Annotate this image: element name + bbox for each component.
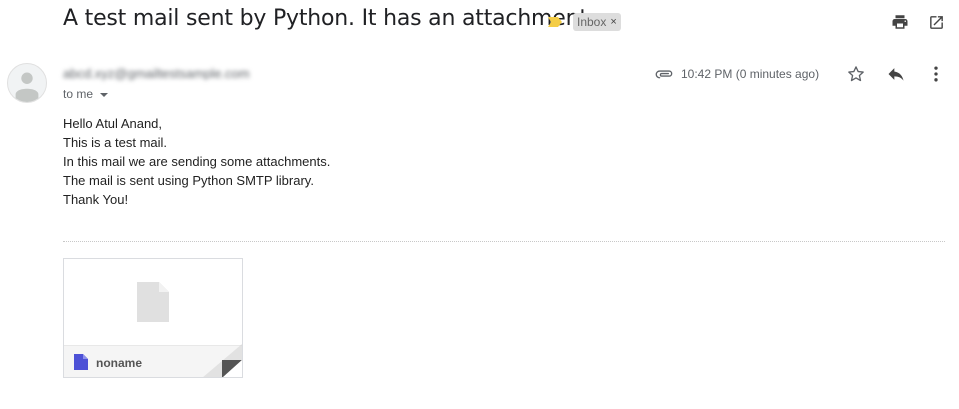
reply-button[interactable] [884,62,908,86]
remove-label-icon[interactable]: × [610,13,616,31]
generic-file-icon [137,282,169,322]
email-timestamp: 10:42 PM (0 minutes ago) [681,67,820,81]
recipient-text: to me [63,87,94,101]
paperclip-icon [655,70,673,79]
attachment-card[interactable]: noname [63,258,243,378]
body-line: Thank You! [63,192,129,207]
body-line: In this mail we are sending some attachm… [63,154,331,169]
body-line: Hello Atul Anand, [63,116,163,131]
chevron-down-icon [100,92,109,97]
body-line: The mail is sent using Python SMTP libra… [63,173,314,188]
attachment-name: noname [96,356,143,370]
sender-avatar[interactable] [7,63,47,103]
print-button[interactable] [888,10,912,34]
document-icon [74,354,88,370]
print-icon [892,15,908,29]
email-subject: A test mail sent by Python. It has an at… [63,6,595,31]
label-chip-inbox: Inbox × [573,13,621,31]
more-vert-icon [934,66,938,82]
reply-icon [888,68,904,81]
star-button[interactable] [844,62,868,86]
sender-address[interactable]: abcd.xyz@gmailtestsample.com [63,66,275,80]
page-curl-corner [203,344,242,377]
label-chip-text: Inbox [577,15,607,29]
person-icon [15,72,39,102]
attachments-divider [63,241,945,242]
attachment-preview [64,259,242,345]
email-body: Hello Atul Anand, This is a test mail. I… [63,114,330,209]
star-icon [848,66,864,82]
open-in-new-window-icon [929,15,943,29]
recipient-details-toggle[interactable]: to me [63,87,109,101]
more-options-button[interactable] [924,62,948,86]
open-in-new-window-button[interactable] [924,10,948,34]
attachment-footer: noname [64,344,242,377]
body-line: This is a test mail. [63,135,168,150]
importance-marker-icon[interactable] [547,16,563,28]
